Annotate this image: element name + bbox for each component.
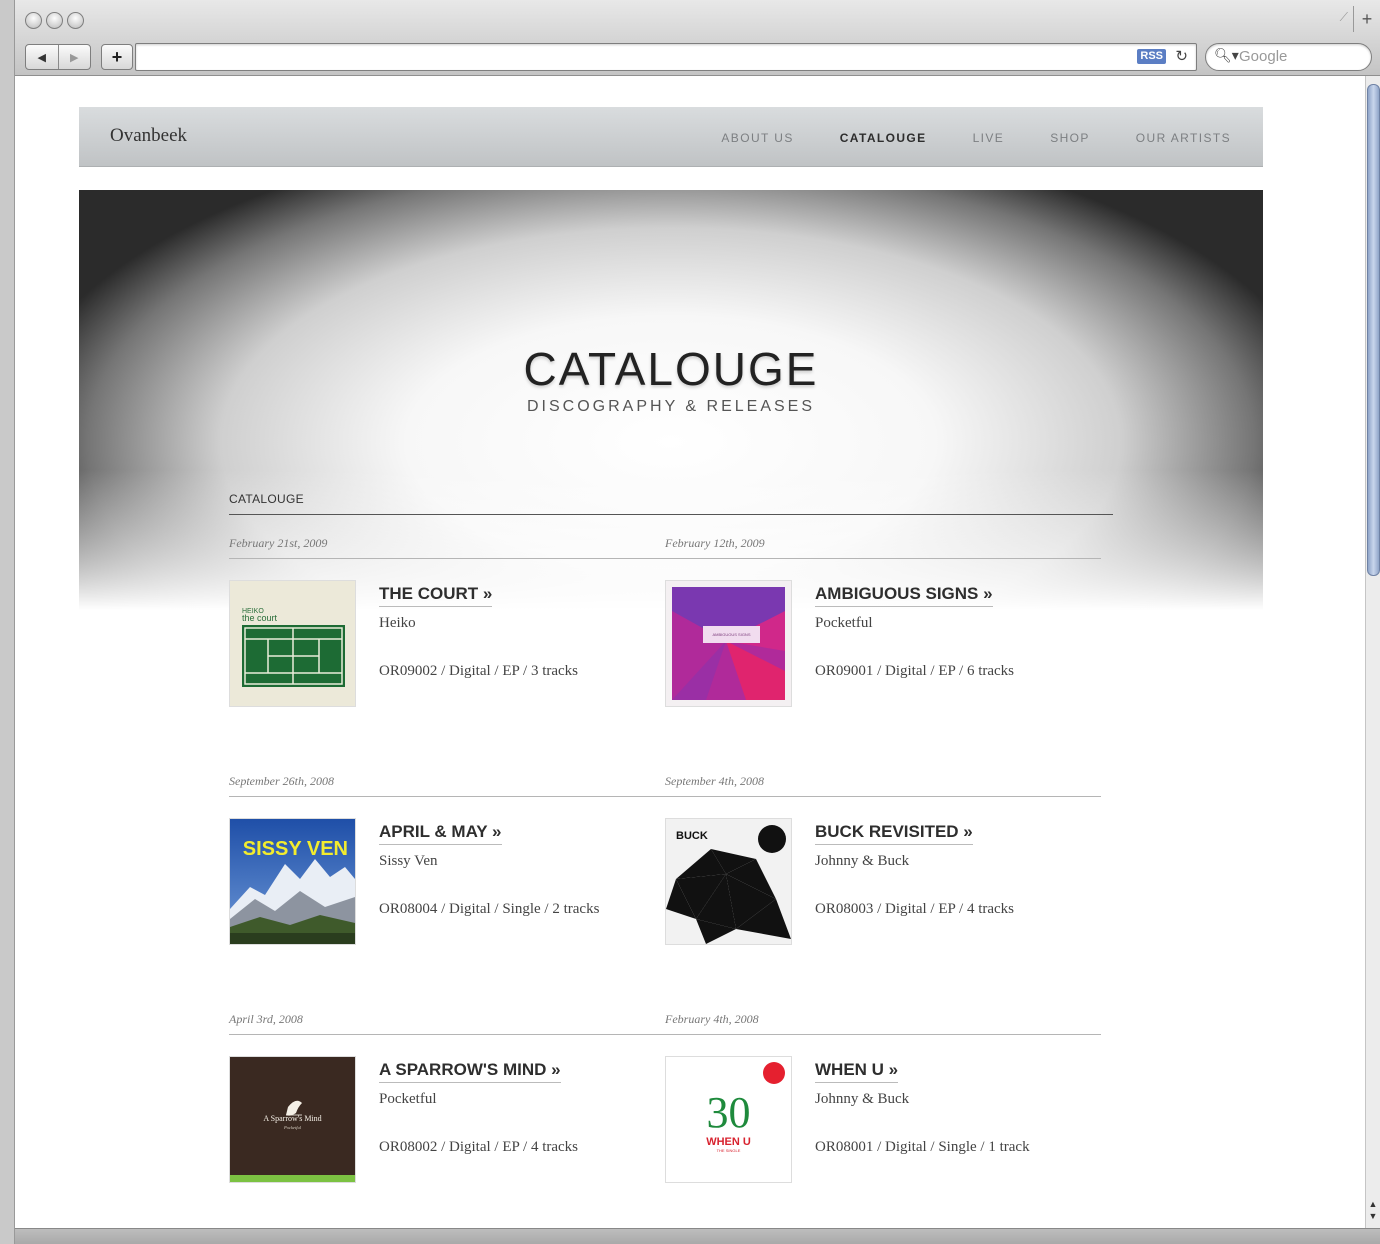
release-date: February 4th, 2008 <box>665 1012 1101 1035</box>
cover-art-ambiguous-signs: AMBIGUOUS SIGNS <box>672 587 785 700</box>
page-content: Ovanbeek ABOUT US CATALOUGE LIVE SHOP OU… <box>15 76 1365 1228</box>
release-meta: OR09002 / Digital / EP / 3 tracks <box>379 663 579 679</box>
forward-button[interactable]: ▶ <box>57 45 91 69</box>
release-date: September 4th, 2008 <box>665 774 1101 797</box>
cover-number: 30 <box>707 1088 751 1137</box>
release-cover[interactable]: BUCK <box>665 818 792 945</box>
release-title-link[interactable]: APRIL & MAY » <box>379 822 502 845</box>
address-bar[interactable]: RSS ↻ <box>135 43 1197 71</box>
back-button[interactable]: ◀ <box>26 45 58 69</box>
minimize-window-button[interactable] <box>46 12 63 29</box>
svg-text:Pocketful: Pocketful <box>283 1125 302 1130</box>
release-title-link[interactable]: BUCK REVISITED » <box>815 822 973 845</box>
close-window-button[interactable] <box>25 12 42 29</box>
release-title-link[interactable]: THE COURT » <box>379 584 493 607</box>
release-artist: Heiko <box>379 615 416 631</box>
cover-text: BUCK <box>676 830 708 842</box>
main-menu: ABOUT US CATALOUGE LIVE SHOP OUR ARTISTS <box>721 131 1231 145</box>
release-entry: April 3rd, 2008 A Sparrow's Mind Pocketf… <box>229 1012 665 1183</box>
release-artist: Johnny & Buck <box>815 853 910 869</box>
menu-item-our-artists[interactable]: OUR ARTISTS <box>1136 131 1231 145</box>
release-cover[interactable]: HEIKO the court <box>229 580 356 707</box>
cover-art-when-u: 30 WHEN U THE SINGLE <box>706 1062 785 1153</box>
menu-item-catalouge[interactable]: CATALOUGE <box>840 131 927 145</box>
release-entry: February 21st, 2009 HEIKO the court THE … <box>229 536 665 707</box>
browser-window: ⟋ + ◀ ▶ + RSS ↻ 🔍︎▾ Google Ovanbeek ABOU… <box>15 0 1380 1244</box>
cover-text: WHEN U <box>706 1136 751 1148</box>
release-title-link[interactable]: WHEN U » <box>815 1060 899 1083</box>
cover-text: A Sparrow's Mind <box>263 1114 321 1123</box>
release-cover[interactable]: 30 WHEN U THE SINGLE <box>665 1056 792 1183</box>
cover-art-sparrows-mind: A Sparrow's Mind Pocketful <box>230 1057 355 1182</box>
reload-icon[interactable]: ↻ <box>1175 47 1188 65</box>
release-meta: OR09001 / Digital / EP / 6 tracks <box>815 663 1015 679</box>
release-entry: February 4th, 2008 30 WHEN U THE SINGLE … <box>665 1012 1101 1183</box>
search-icon: 🔍︎▾ <box>1214 47 1239 63</box>
release-entry: September 26th, 2008 SISSY VEN APRIL & M… <box>229 774 665 945</box>
release-meta: OR08002 / Digital / EP / 4 tracks <box>379 1139 579 1155</box>
zoom-window-button[interactable] <box>67 12 84 29</box>
browser-toolbar: ⟋ + ◀ ▶ + RSS ↻ 🔍︎▾ Google <box>15 0 1380 76</box>
release-artist: Sissy Ven <box>379 853 438 869</box>
cover-text: AMBIGUOUS SIGNS <box>712 632 750 637</box>
release-entry: February 12th, 2009 AMBIGUOUS SIGNS AMBI… <box>665 536 1101 707</box>
release-cover[interactable]: SISSY VEN <box>229 818 356 945</box>
history-navigation: ◀ ▶ <box>25 44 91 70</box>
search-placeholder: Google <box>1239 48 1288 65</box>
release-entry: September 4th, 2008 BUCK BUCK REVISITED … <box>665 774 1101 945</box>
menu-item-live[interactable]: LIVE <box>973 131 1005 145</box>
page-subtitle: DISCOGRAPHY & RELEASES <box>527 398 815 415</box>
page-title: CATALOUGE <box>523 343 819 395</box>
section-title: CATALOUGE <box>229 492 1113 515</box>
add-bookmark-button[interactable]: + <box>101 44 133 70</box>
release-meta: OR08001 / Digital / Single / 1 track <box>815 1139 1030 1155</box>
release-title-link[interactable]: AMBIGUOUS SIGNS » <box>815 584 993 607</box>
release-date: April 3rd, 2008 <box>229 1012 665 1035</box>
svg-text:THE SINGLE: THE SINGLE <box>717 1148 741 1153</box>
cover-text: the court <box>242 613 278 623</box>
release-cover[interactable]: A Sparrow's Mind Pocketful <box>229 1056 356 1183</box>
cover-art-april-may: SISSY VEN <box>230 819 355 944</box>
status-bar <box>15 1228 1380 1244</box>
cover-art-the-court: HEIKO the court <box>242 608 345 687</box>
release-date: February 21st, 2009 <box>229 536 665 559</box>
cover-art-buck-revisited: BUCK <box>666 825 791 944</box>
release-meta: OR08004 / Digital / Single / 2 tracks <box>379 901 600 917</box>
catalogue-section: CATALOUGE <box>229 492 1113 515</box>
menu-item-about-us[interactable]: ABOUT US <box>721 131 793 145</box>
cover-text: SISSY VEN <box>243 838 348 860</box>
release-title-link[interactable]: A SPARROW'S MIND » <box>379 1060 561 1083</box>
scroll-arrows-icon[interactable]: ▲ ▼ <box>1366 1198 1380 1222</box>
release-cover[interactable]: AMBIGUOUS SIGNS <box>665 580 792 707</box>
release-artist: Pocketful <box>379 1091 437 1107</box>
site-logo[interactable]: Ovanbeek <box>110 125 187 147</box>
vertical-scrollbar[interactable]: ▲ ▼ <box>1365 76 1380 1228</box>
release-artist: Pocketful <box>815 615 873 631</box>
release-date: February 12th, 2009 <box>665 536 1101 559</box>
menu-item-shop[interactable]: SHOP <box>1050 131 1090 145</box>
release-artist: Johnny & Buck <box>815 1091 910 1107</box>
release-meta: OR08003 / Digital / EP / 4 tracks <box>815 901 1015 917</box>
resize-icon: ⟋ <box>1339 10 1348 24</box>
release-date: September 26th, 2008 <box>229 774 665 797</box>
rss-badge[interactable]: RSS <box>1137 49 1166 64</box>
site-header: Ovanbeek ABOUT US CATALOUGE LIVE SHOP OU… <box>79 107 1263 167</box>
scrollbar-thumb[interactable] <box>1367 84 1380 576</box>
new-tab-button[interactable]: + <box>1353 6 1380 32</box>
search-field[interactable]: 🔍︎▾ Google <box>1205 43 1372 71</box>
